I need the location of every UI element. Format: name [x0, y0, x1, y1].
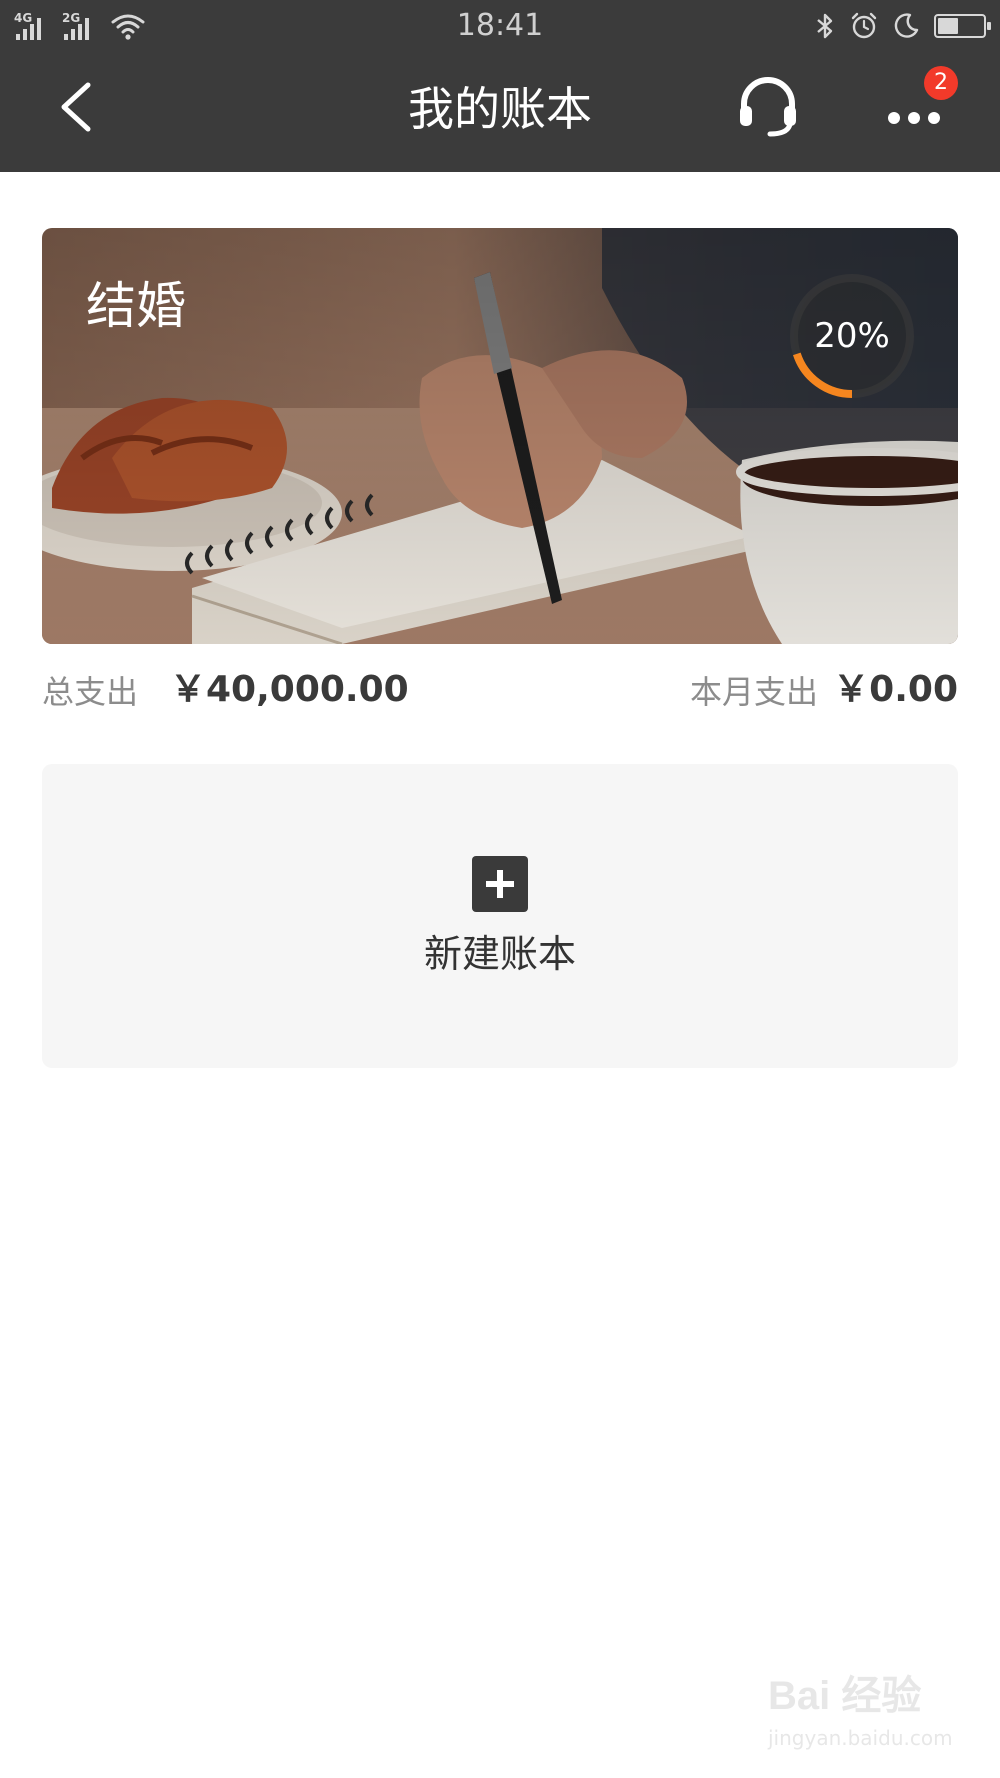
total-expense-label: 总支出	[42, 673, 139, 711]
progress-label: 20%	[814, 316, 890, 356]
status-bar: 4G 2G 18:41	[0, 0, 1000, 52]
plus-icon	[472, 856, 528, 912]
customer-service-button[interactable]	[732, 70, 804, 142]
bluetooth-icon	[817, 13, 833, 39]
watermark-logo: Bai 经验	[768, 1674, 922, 1718]
moon-icon	[894, 13, 919, 38]
new-book-button[interactable]: 新建账本	[42, 764, 958, 1068]
alarm-clock-icon	[851, 12, 877, 39]
book-title: 结婚	[86, 277, 186, 335]
app-header: 4G 2G 18:41 我的账本 2	[0, 0, 1000, 172]
book-summary: 总支出 ￥40,000.00 本月支出 ￥0.00	[42, 668, 958, 712]
battery-icon	[934, 14, 991, 38]
new-book-label: 新建账本	[423, 932, 576, 976]
month-expense-label: 本月支出	[690, 673, 819, 711]
notification-badge: 2	[924, 66, 958, 100]
headset-icon	[740, 77, 796, 137]
page-title: 我的账本	[408, 82, 592, 136]
watermark-url: jingyan.baidu.com	[768, 1726, 953, 1750]
month-expense-value: ￥0.00	[833, 669, 958, 710]
watermark: Bai 经验 jingyan.baidu.com	[760, 1672, 970, 1762]
status-right	[814, 10, 991, 42]
nav-bar: 我的账本 2	[0, 52, 1000, 172]
total-expense-value: ￥40,000.00	[170, 669, 409, 710]
account-book-card[interactable]: 结婚 20%	[42, 228, 958, 644]
